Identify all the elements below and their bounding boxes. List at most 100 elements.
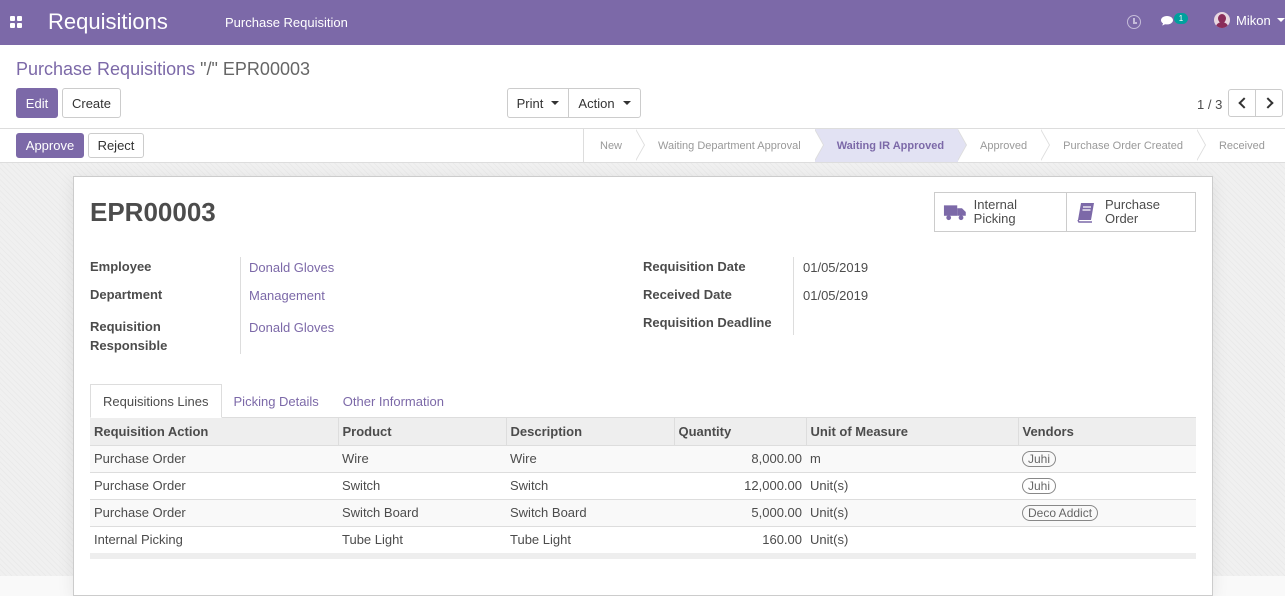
column-header-unit-of-measure[interactable]: Unit of Measure <box>805 418 1018 446</box>
stage-approved[interactable]: Approved <box>958 129 1051 162</box>
department-label: Department <box>90 287 163 302</box>
action-dropdown[interactable]: Action <box>568 88 641 118</box>
column-header-description[interactable]: Description <box>505 418 674 446</box>
purchase-order-label-line1: Purchase <box>1105 197 1160 212</box>
action-label: Action <box>578 95 615 111</box>
cell-quantity: 5,000.00 <box>674 499 806 527</box>
cell-unit-of-measure: Unit(s) <box>806 526 1018 554</box>
received-date-field[interactable]: 01/05/2019 <box>803 288 868 303</box>
chevron-right-icon <box>1261 97 1274 109</box>
reject-button[interactable]: Reject <box>88 133 144 158</box>
cell-quantity: 8,000.00 <box>674 445 806 473</box>
pager-next-button[interactable] <box>1255 89 1283 117</box>
responsible-label: Requisition Responsible <box>90 317 167 355</box>
cell-product: Switch Board <box>338 499 506 527</box>
requisition-date-field[interactable]: 01/05/2019 <box>803 260 868 275</box>
table-header-row: Requisition Action Product Description Q… <box>90 418 1196 446</box>
cell-requisition-action: Purchase Order <box>90 445 338 473</box>
truck-icon <box>943 205 966 221</box>
column-header-requisition-action[interactable]: Requisition Action <box>90 418 338 446</box>
user-name: Mikon <box>1236 12 1271 28</box>
avatar <box>1214 12 1230 28</box>
received-date-label: Received Date <box>643 287 732 302</box>
employee-label: Employee <box>90 259 152 274</box>
tab-requisitions-lines[interactable]: Requisitions Lines <box>90 384 222 418</box>
cell-unit-of-measure: Unit(s) <box>806 499 1018 527</box>
top-navbar: Requisitions Purchase Requisition 1 Miko… <box>0 0 1285 45</box>
apps-menu-icon[interactable] <box>10 16 22 28</box>
vendor-tag: Juhi <box>1022 477 1057 494</box>
purchase-order-button[interactable]: Purchase Order <box>1066 193 1195 231</box>
cell-product: Tube Light <box>338 526 506 554</box>
tab-other-information[interactable]: Other Information <box>331 384 456 418</box>
app-title: Requisitions <box>48 9 168 34</box>
cell-unit-of-measure: Unit(s) <box>806 472 1018 500</box>
column-header-product[interactable]: Product <box>337 418 506 446</box>
cell-description: Switch Board <box>506 499 674 527</box>
purchase-order-label: Purchase Order <box>1105 198 1160 226</box>
activity-clock-icon[interactable] <box>1127 15 1141 29</box>
employee-field[interactable]: Donald Gloves <box>249 260 334 275</box>
internal-picking-button[interactable]: Internal Picking <box>935 193 1066 231</box>
smart-buttons: Internal Picking Purchase Order <box>934 192 1196 232</box>
stage-waiting-department-approval[interactable]: Waiting Department Approval <box>636 129 824 162</box>
cell-vendors: Juhi <box>1018 472 1196 500</box>
cell-vendors: Deco Addict <box>1018 499 1196 527</box>
approve-button[interactable]: Approve <box>16 133 84 158</box>
responsible-label-line1: Requisition <box>90 319 161 334</box>
responsible-label-line2: Responsible <box>90 338 168 353</box>
cell-unit-of-measure: m <box>806 445 1018 473</box>
cell-requisition-action: Purchase Order <box>90 472 338 500</box>
pager-value[interactable]: 1 / 3 <box>1197 97 1222 112</box>
user-menu[interactable]: Mikon <box>1214 12 1285 28</box>
column-header-vendors[interactable]: Vendors <box>1017 418 1196 446</box>
chevron-left-icon <box>1237 97 1250 109</box>
cell-description: Tube Light <box>506 526 674 554</box>
stage-new[interactable]: New <box>584 129 646 162</box>
stage-purchase-order-created[interactable]: Purchase Order Created <box>1041 129 1206 162</box>
create-button[interactable]: Create <box>62 88 121 118</box>
cell-vendors: Juhi <box>1018 445 1196 473</box>
table-row[interactable]: Internal Picking Tube Light Tube Light 1… <box>90 526 1196 554</box>
breadcrumb-parent[interactable]: Purchase Requisitions <box>16 59 195 79</box>
responsible-field[interactable]: Donald Gloves <box>249 320 334 335</box>
book-icon <box>1077 203 1094 223</box>
stage-waiting-ir-approved[interactable]: Waiting IR Approved <box>814 129 968 162</box>
field-separator <box>793 257 794 335</box>
department-field[interactable]: Management <box>249 288 325 303</box>
field-separator <box>240 257 241 354</box>
stage-received[interactable]: Received <box>1197 129 1279 162</box>
breadcrumb: Purchase Requisitions "/" EPR00003 <box>16 59 310 80</box>
cell-description: Switch <box>506 472 674 500</box>
cell-quantity: 12,000.00 <box>674 472 806 500</box>
cell-vendors <box>1018 526 1196 554</box>
caret-down-icon <box>551 101 560 105</box>
menu-purchase-requisition[interactable]: Purchase Requisition <box>225 15 348 30</box>
table-row[interactable]: Purchase Order Switch Board Switch Board… <box>90 499 1196 527</box>
status-bar: Approve Reject New Waiting Department Ap… <box>0 129 1285 163</box>
chat-icon[interactable] <box>1160 15 1175 27</box>
vendor-tag: Deco Addict <box>1022 504 1099 521</box>
breadcrumb-current: EPR00003 <box>222 59 310 79</box>
pager-previous-button[interactable] <box>1228 89 1256 117</box>
record-title: EPR00003 <box>90 197 216 227</box>
column-header-quantity[interactable]: Quantity <box>673 418 806 446</box>
print-dropdown[interactable]: Print <box>507 88 569 118</box>
edit-button[interactable]: Edit <box>16 88 58 118</box>
control-panel: Purchase Requisitions "/" EPR00003 Edit … <box>0 45 1285 129</box>
internal-picking-label: Internal Picking <box>973 197 1018 226</box>
table-row[interactable]: Purchase Order Wire Wire 8,000.00 m Juhi <box>90 445 1196 473</box>
requisition-date-label: Requisition Date <box>643 259 746 274</box>
stage-pipeline: New Waiting Department Approval Waiting … <box>583 129 1279 162</box>
cell-requisition-action: Purchase Order <box>90 499 338 527</box>
chat-count-badge: 1 <box>1174 13 1188 24</box>
breadcrumb-separator: "/" <box>200 59 218 79</box>
table-row[interactable]: Purchase Order Switch Switch 12,000.00 U… <box>90 472 1196 500</box>
caret-down-icon <box>622 101 631 105</box>
cell-product: Wire <box>338 445 506 473</box>
form-sheet: EPR00003 Internal Picking Purchase Order <box>73 176 1213 596</box>
print-label: Print <box>516 95 544 111</box>
tab-picking-details[interactable]: Picking Details <box>222 384 331 418</box>
cell-description: Wire <box>506 445 674 473</box>
table-footer <box>90 553 1196 559</box>
